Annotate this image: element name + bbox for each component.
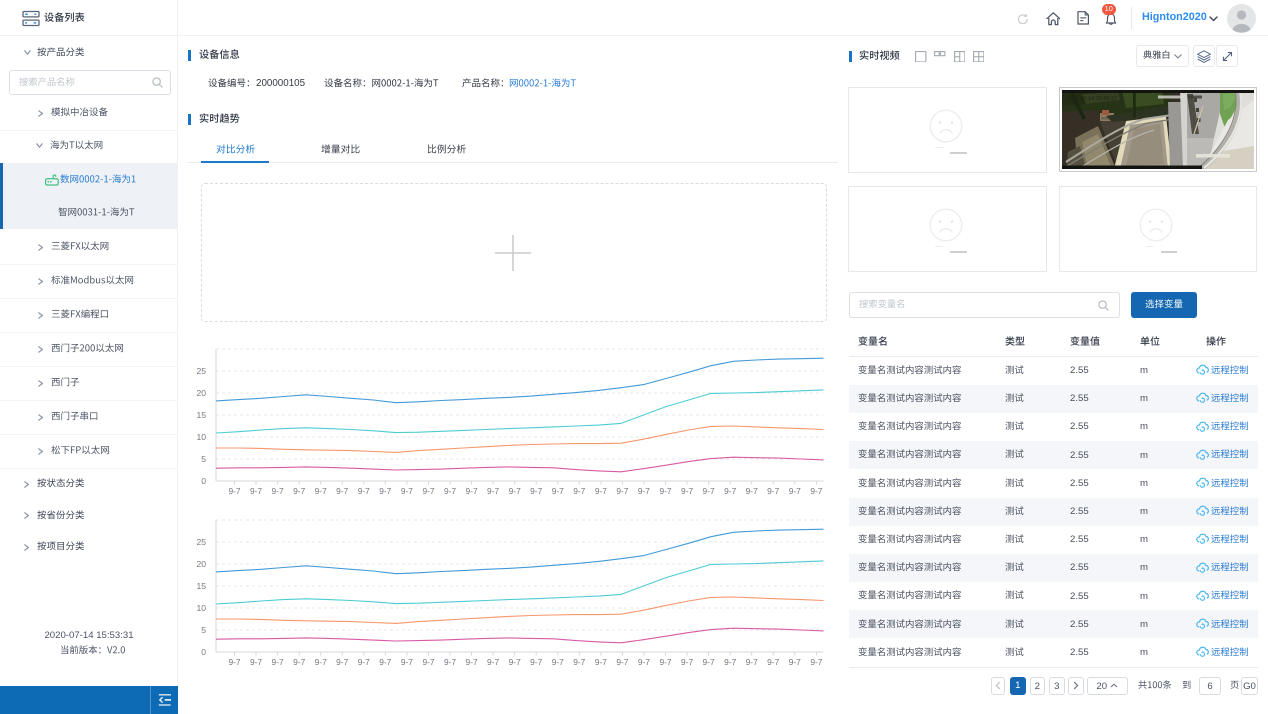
svg-text:9-7: 9-7 bbox=[422, 657, 434, 667]
svg-text:9-7: 9-7 bbox=[810, 486, 822, 496]
svg-text:0: 0 bbox=[201, 647, 206, 657]
svg-text:9-7: 9-7 bbox=[703, 657, 715, 667]
svg-text:9-7: 9-7 bbox=[228, 486, 240, 496]
svg-text:10: 10 bbox=[196, 603, 206, 613]
svg-text:9-7: 9-7 bbox=[358, 657, 370, 667]
svg-text:9-7: 9-7 bbox=[638, 486, 650, 496]
svg-text:25: 25 bbox=[196, 537, 206, 547]
svg-text:9-7: 9-7 bbox=[422, 486, 434, 496]
svg-text:0: 0 bbox=[201, 476, 206, 486]
svg-text:9-7: 9-7 bbox=[487, 657, 499, 667]
svg-text:9-7: 9-7 bbox=[530, 486, 542, 496]
svg-text:9-7: 9-7 bbox=[250, 486, 262, 496]
svg-text:9-7: 9-7 bbox=[789, 486, 801, 496]
svg-text:9-7: 9-7 bbox=[272, 657, 284, 667]
svg-text:9-7: 9-7 bbox=[616, 657, 628, 667]
svg-text:9-7: 9-7 bbox=[595, 486, 607, 496]
svg-text:9-7: 9-7 bbox=[767, 486, 779, 496]
svg-text:9-7: 9-7 bbox=[789, 657, 801, 667]
svg-text:9-7: 9-7 bbox=[638, 657, 650, 667]
svg-text:20: 20 bbox=[196, 388, 206, 398]
svg-text:9-7: 9-7 bbox=[509, 657, 521, 667]
svg-text:9-7: 9-7 bbox=[681, 657, 693, 667]
svg-text:9-7: 9-7 bbox=[724, 657, 736, 667]
svg-text:9-7: 9-7 bbox=[573, 486, 585, 496]
svg-text:9-7: 9-7 bbox=[552, 657, 564, 667]
svg-text:9-7: 9-7 bbox=[810, 657, 822, 667]
svg-text:9-7: 9-7 bbox=[466, 486, 478, 496]
svg-text:9-7: 9-7 bbox=[703, 486, 715, 496]
svg-text:9-7: 9-7 bbox=[746, 657, 758, 667]
svg-text:9-7: 9-7 bbox=[466, 657, 478, 667]
svg-text:9-7: 9-7 bbox=[767, 657, 779, 667]
svg-text:9-7: 9-7 bbox=[487, 486, 499, 496]
svg-text:10: 10 bbox=[196, 432, 206, 442]
svg-text:9-7: 9-7 bbox=[616, 486, 628, 496]
svg-text:9-7: 9-7 bbox=[401, 486, 413, 496]
svg-text:9-7: 9-7 bbox=[379, 657, 391, 667]
svg-text:9-7: 9-7 bbox=[659, 486, 671, 496]
svg-text:9-7: 9-7 bbox=[358, 486, 370, 496]
svg-text:9-7: 9-7 bbox=[272, 486, 284, 496]
svg-text:9-7: 9-7 bbox=[444, 657, 456, 667]
svg-text:20: 20 bbox=[196, 559, 206, 569]
svg-text:9-7: 9-7 bbox=[401, 657, 413, 667]
svg-text:9-7: 9-7 bbox=[724, 486, 736, 496]
svg-text:5: 5 bbox=[201, 454, 206, 464]
svg-text:9-7: 9-7 bbox=[659, 657, 671, 667]
svg-text:9-7: 9-7 bbox=[509, 486, 521, 496]
svg-text:9-7: 9-7 bbox=[746, 486, 758, 496]
svg-text:9-7: 9-7 bbox=[250, 657, 262, 667]
svg-text:9-7: 9-7 bbox=[315, 657, 327, 667]
svg-text:25: 25 bbox=[196, 366, 206, 376]
svg-text:9-7: 9-7 bbox=[315, 486, 327, 496]
svg-text:9-7: 9-7 bbox=[573, 657, 585, 667]
svg-text:9-7: 9-7 bbox=[595, 657, 607, 667]
svg-text:9-7: 9-7 bbox=[444, 486, 456, 496]
svg-text:9-7: 9-7 bbox=[228, 657, 240, 667]
svg-text:9-7: 9-7 bbox=[336, 657, 348, 667]
svg-text:15: 15 bbox=[196, 410, 206, 420]
svg-text:9-7: 9-7 bbox=[336, 486, 348, 496]
svg-text:9-7: 9-7 bbox=[681, 486, 693, 496]
svg-text:15: 15 bbox=[196, 581, 206, 591]
svg-text:9-7: 9-7 bbox=[293, 657, 305, 667]
svg-text:5: 5 bbox=[201, 625, 206, 635]
svg-text:9-7: 9-7 bbox=[552, 486, 564, 496]
svg-text:9-7: 9-7 bbox=[293, 486, 305, 496]
svg-text:9-7: 9-7 bbox=[530, 657, 542, 667]
svg-text:9-7: 9-7 bbox=[379, 486, 391, 496]
svg-text:2020-07-14 15:49:37: 2020-07-14 15:49:37 bbox=[1066, 96, 1117, 102]
